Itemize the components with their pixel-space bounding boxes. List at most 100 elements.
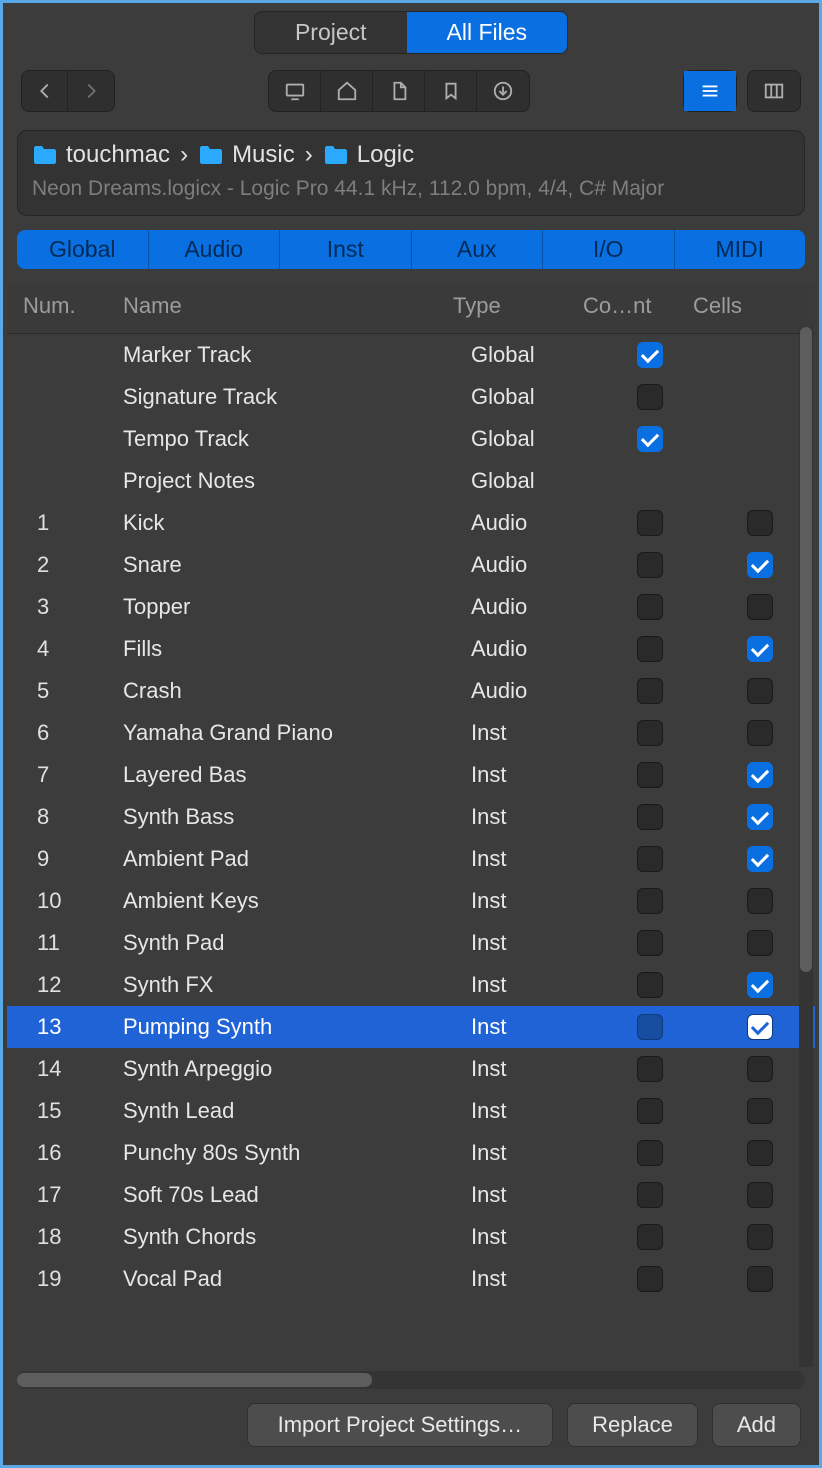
table-row[interactable]: 10 Ambient Keys Inst xyxy=(7,880,815,922)
cells-checkbox[interactable] xyxy=(747,594,773,620)
cells-checkbox[interactable] xyxy=(747,1266,773,1292)
table-row[interactable]: Project Notes Global xyxy=(7,460,815,502)
breadcrumb-item[interactable]: touchmac xyxy=(32,141,170,169)
content-checkbox[interactable] xyxy=(637,930,663,956)
table-row[interactable]: Marker Track Global xyxy=(7,334,815,376)
content-checkbox[interactable] xyxy=(637,426,663,452)
content-checkbox[interactable] xyxy=(637,636,663,662)
cells-checkbox[interactable] xyxy=(747,846,773,872)
cells-checkbox[interactable] xyxy=(747,510,773,536)
table-row[interactable]: Signature Track Global xyxy=(7,376,815,418)
table-row[interactable]: 4 Fills Audio xyxy=(7,628,815,670)
project-button[interactable] xyxy=(373,71,425,111)
vertical-scrollbar[interactable] xyxy=(799,327,813,1367)
cells-checkbox[interactable] xyxy=(747,804,773,830)
table-row[interactable]: 11 Synth Pad Inst xyxy=(7,922,815,964)
download-button[interactable] xyxy=(477,71,529,111)
table-row[interactable]: 15 Synth Lead Inst xyxy=(7,1090,815,1132)
home-button[interactable] xyxy=(321,71,373,111)
cells-checkbox[interactable] xyxy=(747,1224,773,1250)
table-row[interactable]: 17 Soft 70s Lead Inst xyxy=(7,1174,815,1216)
cells-checkbox[interactable] xyxy=(747,1182,773,1208)
content-checkbox[interactable] xyxy=(637,762,663,788)
table-row[interactable]: 18 Synth Chords Inst xyxy=(7,1216,815,1258)
column-content[interactable]: Co…nt xyxy=(577,289,687,323)
cell-num: 10 xyxy=(17,888,117,914)
breadcrumb: touchmac› Music› Logic xyxy=(32,141,790,169)
breadcrumb-item[interactable]: Music xyxy=(198,141,295,169)
breadcrumb-item[interactable]: Logic xyxy=(323,141,414,169)
cells-checkbox[interactable] xyxy=(747,762,773,788)
computer-button[interactable] xyxy=(269,71,321,111)
horizontal-scroll-thumb[interactable] xyxy=(17,1373,372,1387)
bookmark-button[interactable] xyxy=(425,71,477,111)
cells-checkbox[interactable] xyxy=(747,1056,773,1082)
cells-checkbox[interactable] xyxy=(747,1014,773,1040)
vertical-scroll-thumb[interactable] xyxy=(800,327,812,972)
filter-i-o[interactable]: I/O xyxy=(543,230,675,269)
table-row[interactable]: 12 Synth FX Inst xyxy=(7,964,815,1006)
content-checkbox[interactable] xyxy=(637,1140,663,1166)
content-checkbox[interactable] xyxy=(637,1224,663,1250)
forward-button[interactable] xyxy=(68,71,114,111)
replace-button[interactable]: Replace xyxy=(567,1403,698,1447)
column-name[interactable]: Name xyxy=(117,289,447,323)
column-type[interactable]: Type xyxy=(447,289,577,323)
add-button[interactable]: Add xyxy=(712,1403,801,1447)
content-checkbox[interactable] xyxy=(637,846,663,872)
table-row[interactable]: 16 Punchy 80s Synth Inst xyxy=(7,1132,815,1174)
table-row[interactable]: 8 Synth Bass Inst xyxy=(7,796,815,838)
column-cells[interactable]: Cells xyxy=(687,289,797,323)
table-row[interactable]: 13 Pumping Synth Inst xyxy=(7,1006,815,1048)
content-checkbox[interactable] xyxy=(637,552,663,578)
cells-checkbox[interactable] xyxy=(747,678,773,704)
filter-audio[interactable]: Audio xyxy=(149,230,281,269)
cells-checkbox[interactable] xyxy=(747,972,773,998)
content-checkbox[interactable] xyxy=(637,1098,663,1124)
table-row[interactable]: 19 Vocal Pad Inst xyxy=(7,1258,815,1300)
table-row[interactable]: 5 Crash Audio xyxy=(7,670,815,712)
table-row[interactable]: Tempo Track Global xyxy=(7,418,815,460)
cells-checkbox[interactable] xyxy=(747,636,773,662)
cell-content xyxy=(595,342,705,368)
table-body[interactable]: Marker Track Global Signature Track Glob… xyxy=(7,334,815,1367)
filter-global[interactable]: Global xyxy=(17,230,149,269)
table-row[interactable]: 1 Kick Audio xyxy=(7,502,815,544)
cells-checkbox[interactable] xyxy=(747,930,773,956)
back-button[interactable] xyxy=(22,71,68,111)
filter-midi[interactable]: MIDI xyxy=(675,230,806,269)
table-row[interactable]: 2 Snare Audio xyxy=(7,544,815,586)
content-checkbox[interactable] xyxy=(637,510,663,536)
content-checkbox[interactable] xyxy=(637,888,663,914)
content-checkbox[interactable] xyxy=(637,678,663,704)
content-checkbox[interactable] xyxy=(637,384,663,410)
content-checkbox[interactable] xyxy=(637,972,663,998)
import-settings-button[interactable]: Import Project Settings… xyxy=(247,1403,554,1447)
content-checkbox[interactable] xyxy=(637,1182,663,1208)
cells-checkbox[interactable] xyxy=(747,1140,773,1166)
columns-view-button[interactable] xyxy=(748,71,800,111)
table-row[interactable]: 6 Yamaha Grand Piano Inst xyxy=(7,712,815,754)
tab-project[interactable]: Project xyxy=(255,12,407,53)
tab-all-files[interactable]: All Files xyxy=(407,12,568,53)
column-num[interactable]: Num. xyxy=(17,289,117,323)
horizontal-scrollbar[interactable] xyxy=(17,1371,805,1389)
content-checkbox[interactable] xyxy=(637,1056,663,1082)
content-checkbox[interactable] xyxy=(637,804,663,830)
content-checkbox[interactable] xyxy=(637,594,663,620)
filter-aux[interactable]: Aux xyxy=(412,230,544,269)
content-checkbox[interactable] xyxy=(637,1266,663,1292)
cells-checkbox[interactable] xyxy=(747,888,773,914)
list-view-button[interactable] xyxy=(684,71,736,111)
filter-inst[interactable]: Inst xyxy=(280,230,412,269)
cells-checkbox[interactable] xyxy=(747,1098,773,1124)
cells-checkbox[interactable] xyxy=(747,552,773,578)
table-row[interactable]: 9 Ambient Pad Inst xyxy=(7,838,815,880)
cells-checkbox[interactable] xyxy=(747,720,773,746)
table-row[interactable]: 7 Layered Bas Inst xyxy=(7,754,815,796)
table-row[interactable]: 14 Synth Arpeggio Inst xyxy=(7,1048,815,1090)
content-checkbox[interactable] xyxy=(637,342,663,368)
table-row[interactable]: 3 Topper Audio xyxy=(7,586,815,628)
content-checkbox[interactable] xyxy=(637,1014,663,1040)
content-checkbox[interactable] xyxy=(637,720,663,746)
